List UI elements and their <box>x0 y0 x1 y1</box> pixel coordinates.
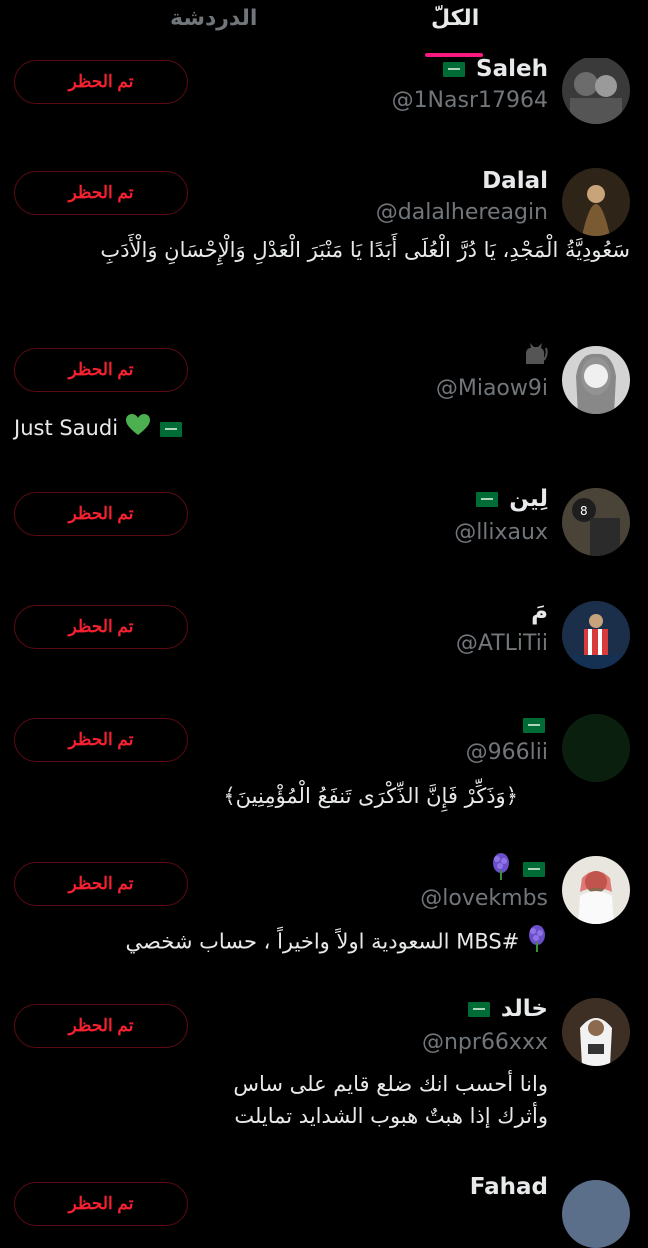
tab-indicator <box>425 53 483 57</box>
user-handle: @Miaow9i <box>435 376 548 401</box>
user-name: Saleh <box>476 56 548 82</box>
user-bio: سَعُودِيَّةُ الْمَجْدِ، يَا دُرَّ الْعُل… <box>100 238 630 262</box>
blocked-button[interactable]: تم الحظر <box>14 862 188 906</box>
list-item[interactable]: Fahad تم الحظر <box>0 1170 648 1248</box>
avatar[interactable] <box>562 1180 630 1248</box>
list-item[interactable]: @lovekmbs تم الحظر #MBS السعودية اولاً و… <box>0 840 648 980</box>
user-bio: Just Saudi <box>14 416 119 440</box>
user-name: لِين <box>509 486 548 512</box>
saudi-flag-icon <box>476 492 499 507</box>
saudi-flag-icon <box>523 718 545 733</box>
user-handle: @npr66xxx <box>421 1030 548 1055</box>
user-name: خالد <box>500 996 548 1022</box>
tab-bar: الكلّ الدردشة <box>0 0 648 58</box>
blocked-button[interactable]: تم الحظر <box>14 718 188 762</box>
avatar[interactable]: 8 <box>562 488 630 556</box>
tab-chat[interactable]: الدردشة <box>170 6 257 31</box>
list-item[interactable]: @Miaow9i تم الحظر Just Saudi <box>0 330 648 470</box>
user-handle: @ATLiTii <box>455 631 548 656</box>
blocked-button[interactable]: تم الحظر <box>14 1182 188 1226</box>
user-bio: وانا أحسب انك ضلع قايم على ساس وأثرك إذا… <box>233 1072 548 1128</box>
blocked-button[interactable]: تم الحظر <box>14 605 188 649</box>
avatar[interactable] <box>562 601 630 669</box>
list-item[interactable]: مَ @ATLiTii تم الحظر <box>0 585 648 700</box>
avatar[interactable] <box>562 998 630 1066</box>
hyacinth-icon <box>490 852 512 886</box>
list-item[interactable]: 8 لِين @llixaux تم الحظر <box>0 470 648 585</box>
avatar[interactable] <box>562 56 630 124</box>
saudi-flag-icon <box>467 1002 490 1017</box>
user-bio: ﴿وَذَكِّرْ فَإِنَّ الذِّكْرَى تَنفَعُ ال… <box>223 784 518 808</box>
user-name: مَ <box>531 599 548 625</box>
user-handle: @dalalhereagin <box>375 200 548 225</box>
user-handle: @lovekmbs <box>420 886 548 911</box>
tab-all[interactable]: الكلّ <box>431 6 479 31</box>
blocked-accounts-list: Saleh @1Nasr17964 تم الحظر Dalal @dalalh… <box>0 0 648 1248</box>
saudi-flag-icon <box>443 62 466 77</box>
user-handle: @llixaux <box>454 520 548 545</box>
user-name: Dalal <box>482 168 548 194</box>
avatar[interactable] <box>562 856 630 924</box>
blocked-button[interactable]: تم الحظر <box>14 348 188 392</box>
saudi-flag-icon <box>160 421 183 437</box>
saudi-flag-icon <box>523 861 545 877</box>
blocked-button[interactable]: تم الحظر <box>14 60 188 104</box>
blocked-button[interactable]: تم الحظر <box>14 492 188 536</box>
user-name: Fahad <box>469 1174 548 1200</box>
avatar[interactable] <box>562 168 630 236</box>
user-handle: @966lii <box>465 740 548 765</box>
green-heart-icon <box>125 413 151 446</box>
blocked-button[interactable]: تم الحظر <box>14 171 188 215</box>
hyacinth-icon <box>526 924 548 961</box>
svg-text:8: 8 <box>580 504 588 518</box>
user-handle: @1Nasr17964 <box>391 88 548 113</box>
avatar[interactable] <box>562 346 630 414</box>
avatar[interactable] <box>562 714 630 782</box>
list-item[interactable]: خالد @npr66xxx تم الحظر وانا أحسب انك ضل… <box>0 980 648 1170</box>
blocked-button[interactable]: تم الحظر <box>14 1004 188 1048</box>
list-item[interactable]: Dalal @dalalhereagin تم الحظر سَعُودِيَّ… <box>0 150 648 330</box>
list-item[interactable]: @966lii تم الحظر ﴿وَذَكِّرْ فَإِنَّ الذِ… <box>0 700 648 840</box>
user-bio: #MBS السعودية اولاً واخيراً ، حساب شخصي <box>125 929 520 954</box>
black-cat-icon <box>522 340 548 372</box>
